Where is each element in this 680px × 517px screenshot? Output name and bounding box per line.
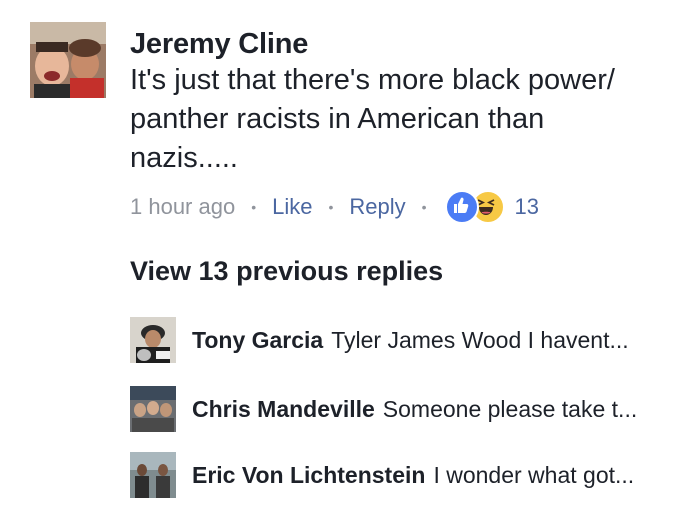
comment-author[interactable]: Jeremy Cline [130,27,670,61]
separator-dot: • [251,199,257,215]
comment-time[interactable]: 1 hour ago [130,194,235,220]
reply-item[interactable]: Eric Von Lichtenstein I wonder what got..… [130,451,670,499]
separator-dot: • [421,199,427,215]
comment-meta: 1 hour ago • Like • Reply • 13 [130,190,670,224]
reply-author[interactable]: Eric Von Lichtenstein [192,462,425,488]
reply-snippet: Someone please take t... [382,395,638,422]
avatar[interactable] [130,452,176,498]
reaction-count[interactable]: 13 [515,194,539,220]
separator-dot: • [328,199,334,215]
reply-item[interactable]: Tony Garcia Tyler James Wood I havent... [130,316,670,364]
reply-text: Chris Mandeville Someone please take t... [192,396,637,423]
reactions-summary[interactable]: 13 [444,190,539,224]
avatar[interactable] [130,386,176,432]
avatar-photo [130,452,176,498]
reply-text: Tony Garcia Tyler James Wood I havent... [192,327,629,354]
reply-button[interactable]: Reply [349,194,405,220]
reply-item[interactable]: Chris Mandeville Someone please take t... [130,385,670,433]
view-previous-replies-link[interactable]: View 13 previous replies [130,256,443,287]
like-icon [444,190,479,224]
reply-text: Eric Von Lichtenstein I wonder what got..… [192,462,634,489]
avatar[interactable] [30,22,106,98]
avatar-photo [30,22,106,98]
comment-text: It's just that there's more black power/… [130,64,615,174]
reply-author[interactable]: Tony Garcia [192,327,323,353]
avatar-photo [130,317,176,363]
avatar[interactable] [130,317,176,363]
like-button[interactable]: Like [272,194,312,220]
reply-snippet: Tyler James Wood I havent... [331,326,629,353]
reply-author[interactable]: Chris Mandeville [192,396,375,422]
avatar-photo [130,386,176,432]
reply-snippet: I wonder what got... [433,461,635,488]
comment-body: Jeremy Cline It's just that there's more… [130,27,670,224]
